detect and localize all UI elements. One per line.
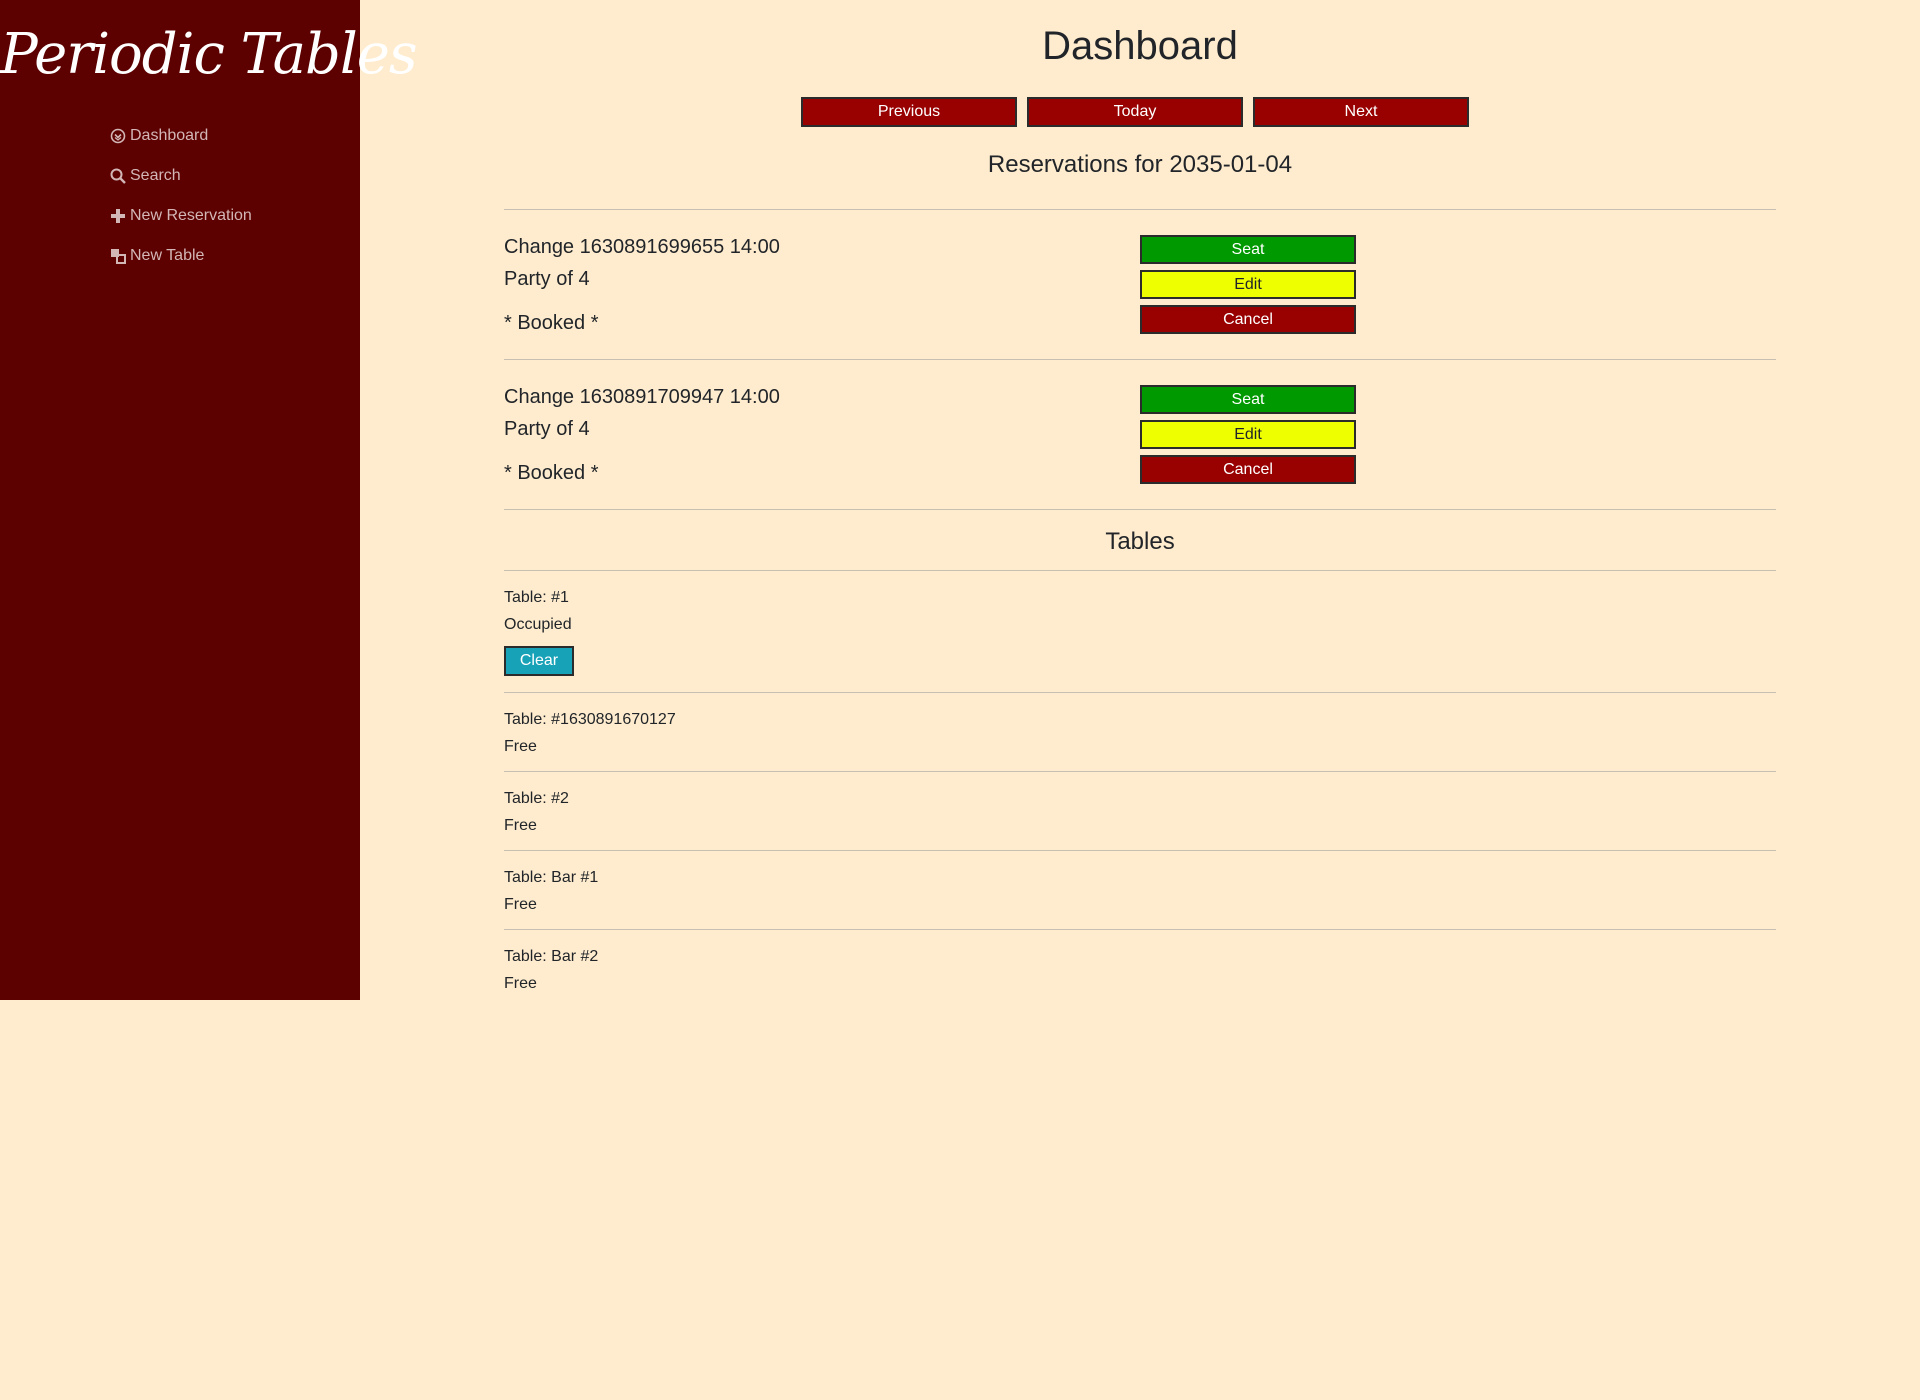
cancel-button[interactable]: Cancel <box>1140 305 1356 334</box>
reservation-party-size: Party of 4 <box>504 418 590 440</box>
reservations-and-tables: Change 1630891699655 14:00 Party of 4 * … <box>504 209 1776 1008</box>
seat-button[interactable]: Seat <box>1140 385 1356 414</box>
table-row: Table: Bar #2 Free <box>504 930 1776 1008</box>
table-row: Table: Bar #1 Free <box>504 851 1776 929</box>
reservation-actions: Seat Edit Cancel <box>1140 235 1356 340</box>
plus-icon <box>110 208 126 224</box>
reservation-title: Change 1630891709947 14:00 <box>504 386 780 408</box>
sidebar-nav: Dashboard Search New Reservation New Tab… <box>110 116 252 276</box>
new-table-icon <box>110 248 126 264</box>
table-name: Table: #1 <box>504 589 569 606</box>
sidebar-item-search[interactable]: Search <box>110 156 252 196</box>
tables-heading: Tables <box>1105 528 1175 555</box>
sidebar: Periodic Tables Dashboard Search New Res… <box>0 0 418 1000</box>
previous-button[interactable]: Previous <box>801 97 1017 127</box>
next-button[interactable]: Next <box>1253 97 1469 127</box>
reservation-actions: Seat Edit Cancel <box>1140 385 1356 490</box>
table-row: Table: #1630891670127 Free <box>504 693 1776 771</box>
sidebar-item-new-reservation[interactable]: New Reservation <box>110 196 252 236</box>
sidebar-item-label: Search <box>130 167 181 184</box>
sidebar-item-label: New Reservation <box>130 207 252 224</box>
clear-table-button[interactable]: Clear <box>504 646 574 676</box>
sidebar-item-label: Dashboard <box>130 127 209 144</box>
brand-logo[interactable]: Periodic Tables <box>0 22 418 87</box>
reservation-card: Change 1630891709947 14:00 Party of 4 * … <box>504 360 1776 509</box>
reservation-party-size: Party of 4 <box>504 268 590 290</box>
table-name: Table: Bar #2 <box>504 948 599 965</box>
search-icon <box>110 168 126 184</box>
reservation-status: * Booked * <box>504 462 599 484</box>
dashboard-icon <box>110 128 126 144</box>
table-name: Table: #2 <box>504 790 569 807</box>
sidebar-item-dashboard[interactable]: Dashboard <box>110 116 252 156</box>
reservation-status: * Booked * <box>504 312 599 334</box>
table-status: Free <box>504 817 537 834</box>
table-row: Table: #2 Free <box>504 772 1776 850</box>
reservations-heading: Reservations for 2035-01-04 <box>987 151 1293 178</box>
date-navigation: Previous Today Next <box>801 97 1469 127</box>
table-status: Free <box>504 975 537 992</box>
table-status: Occupied <box>504 616 572 633</box>
reservation-card: Change 1630891699655 14:00 Party of 4 * … <box>504 210 1776 359</box>
sidebar-item-label: New Table <box>130 247 205 264</box>
table-row: Table: #1 Occupied Clear <box>504 571 1776 692</box>
reservation-title: Change 1630891699655 14:00 <box>504 236 780 258</box>
today-button[interactable]: Today <box>1027 97 1243 127</box>
table-status: Free <box>504 738 537 755</box>
table-status: Free <box>504 896 537 913</box>
table-name: Table: #1630891670127 <box>504 711 676 728</box>
cancel-button[interactable]: Cancel <box>1140 455 1356 484</box>
table-name: Table: Bar #1 <box>504 869 599 886</box>
seat-button[interactable]: Seat <box>1140 235 1356 264</box>
edit-button[interactable]: Edit <box>1140 420 1356 449</box>
edit-button[interactable]: Edit <box>1140 270 1356 299</box>
sidebar-item-new-table[interactable]: New Table <box>110 236 252 276</box>
page-title: Dashboard <box>1042 24 1238 68</box>
